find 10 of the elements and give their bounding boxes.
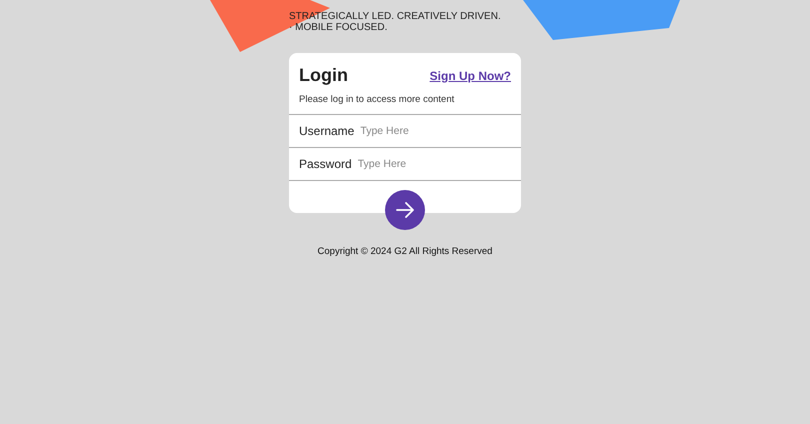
login-title: Login: [299, 65, 348, 86]
subtitle: Please log in to access more content: [299, 94, 456, 105]
submit-button[interactable]: [385, 190, 425, 230]
sign-up-link[interactable]: Sign Up Now?: [430, 68, 511, 82]
copyright-text: Copyright © 2024 G2 All Rights Reserved: [316, 246, 494, 257]
input-field[interactable]: Type Here: [358, 158, 511, 170]
field-label: Password: [299, 157, 352, 171]
input-field[interactable]: Type Here: [360, 125, 511, 137]
field-label: Username: [299, 124, 354, 138]
arrow-icon: [395, 200, 415, 220]
